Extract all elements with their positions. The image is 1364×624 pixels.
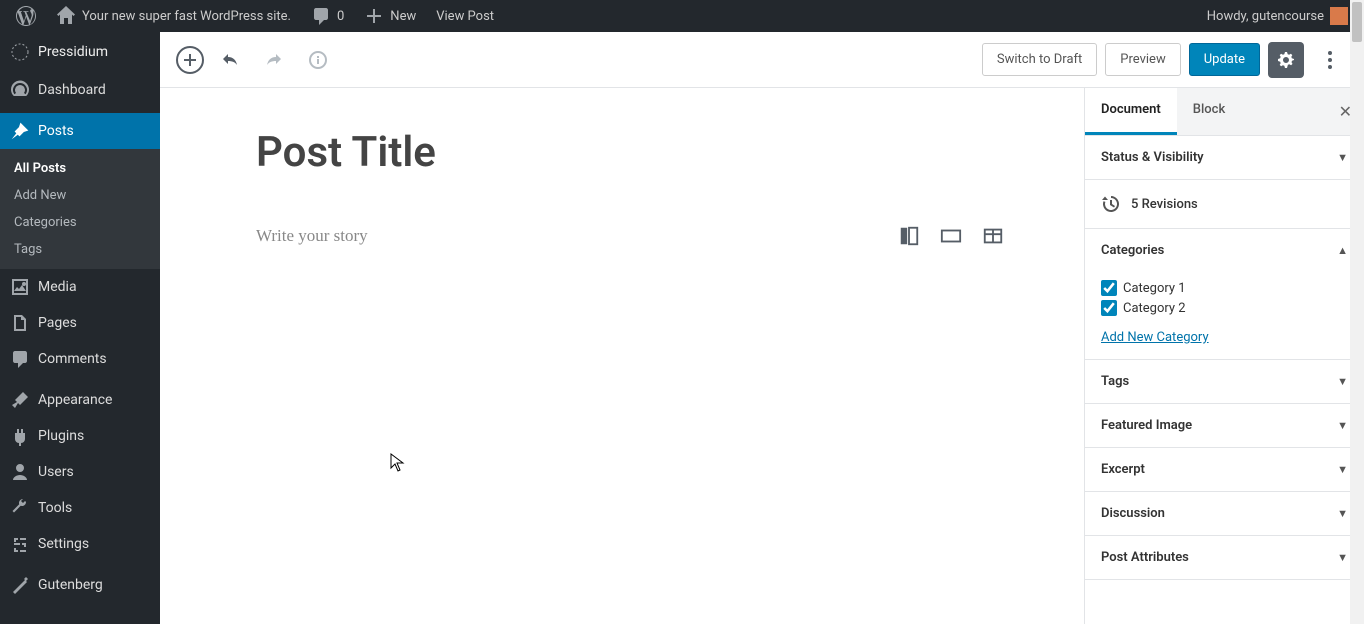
switch-to-draft-button[interactable]: Switch to Draft [982, 43, 1097, 76]
section-post-attributes[interactable]: Post Attributes▼ [1085, 536, 1364, 580]
plus-icon [364, 6, 384, 26]
cursor-icon [390, 453, 406, 473]
section-excerpt[interactable]: Excerpt▼ [1085, 448, 1364, 492]
inserter-table-icon[interactable] [982, 225, 1004, 247]
chevron-down-icon: ▼ [1337, 375, 1348, 388]
submenu-tags[interactable]: Tags [0, 236, 160, 263]
comments-count: 0 [337, 9, 344, 24]
submenu-all-posts[interactable]: All Posts [0, 155, 160, 182]
preview-button[interactable]: Preview [1105, 43, 1180, 76]
more-menu-button[interactable] [1312, 42, 1348, 78]
sidebar-item-posts[interactable]: Posts [0, 113, 160, 149]
section-tags[interactable]: Tags▼ [1085, 360, 1364, 404]
tab-block[interactable]: Block [1177, 88, 1241, 135]
chevron-down-icon: ▼ [1337, 151, 1348, 164]
sidebar-item-pages[interactable]: Pages [0, 305, 160, 341]
revisions-link[interactable]: 5 Revisions [1085, 180, 1364, 229]
settings-toggle-button[interactable] [1268, 42, 1304, 78]
undo-button[interactable] [212, 42, 248, 78]
sidebar-item-media[interactable]: Media [0, 269, 160, 305]
comment-icon [311, 6, 331, 26]
plugin-icon [10, 426, 30, 446]
comments-link[interactable]: 0 [303, 0, 352, 32]
chevron-down-icon: ▼ [1337, 419, 1348, 432]
submenu-add-new[interactable]: Add New [0, 182, 160, 209]
add-block-button[interactable] [176, 46, 204, 74]
scrollbar-thumb[interactable] [1352, 2, 1362, 42]
post-title[interactable]: Post Title [256, 128, 1084, 177]
new-label: New [390, 9, 416, 24]
avatar [1330, 7, 1348, 25]
sidebar-item-appearance[interactable]: Appearance [0, 382, 160, 418]
sidebar-item-tools[interactable]: Tools [0, 490, 160, 526]
home-icon [56, 6, 76, 26]
block-placeholder[interactable]: Write your story [240, 226, 898, 246]
new-link[interactable]: New [356, 0, 424, 32]
media-icon [10, 277, 30, 297]
inserter-image-icon[interactable] [940, 225, 962, 247]
category-checkbox-2[interactable]: Category 2 [1101, 300, 1348, 316]
panel-tabs: Document Block ✕ [1085, 88, 1364, 136]
wp-logo[interactable] [8, 0, 44, 32]
sidebar-item-comments[interactable]: Comments [0, 341, 160, 377]
admin-bar: Your new super fast WordPress site. 0 Ne… [0, 0, 1364, 32]
category-checkbox-1[interactable]: Category 1 [1101, 280, 1348, 296]
redo-button[interactable] [256, 42, 292, 78]
settings-panel: Document Block ✕ Status & Visibility▼ 5 … [1084, 88, 1364, 624]
section-discussion[interactable]: Discussion▼ [1085, 492, 1364, 536]
sidebar-item-dashboard[interactable]: Dashboard [0, 72, 160, 108]
posts-submenu: All Posts Add New Categories Tags [0, 149, 160, 269]
view-post-link[interactable]: View Post [428, 0, 502, 32]
site-name: Your new super fast WordPress site. [82, 9, 291, 24]
section-featured-image[interactable]: Featured Image▼ [1085, 404, 1364, 448]
gutenberg-icon [10, 575, 30, 595]
info-button[interactable] [300, 42, 336, 78]
users-icon [10, 462, 30, 482]
editor: Switch to Draft Preview Update Post Titl… [160, 32, 1364, 624]
howdy-link[interactable]: Howdy, gutencourse [1199, 0, 1356, 32]
tools-icon [10, 498, 30, 518]
admin-sidebar: Pressidium Dashboard Posts All Posts Add… [0, 32, 160, 624]
scrollbar[interactable] [1350, 0, 1364, 624]
sidebar-item-settings[interactable]: Settings [0, 526, 160, 562]
dashboard-icon [10, 80, 30, 100]
host-brand[interactable]: Pressidium [0, 32, 160, 72]
inserter-layout-icon[interactable] [898, 225, 920, 247]
brush-icon [10, 390, 30, 410]
chevron-down-icon: ▼ [1337, 463, 1348, 476]
howdy-text: Howdy, gutencourse [1207, 9, 1324, 24]
sidebar-item-gutenberg[interactable]: Gutenberg [0, 567, 160, 603]
editor-canvas[interactable]: Post Title Write your story [160, 88, 1084, 624]
section-categories: Categories▲ Category 1 Category 2 Add Ne… [1085, 229, 1364, 360]
gear-icon [1276, 50, 1296, 70]
editor-toolbar: Switch to Draft Preview Update [160, 32, 1364, 88]
kebab-icon [1328, 51, 1332, 69]
tab-document[interactable]: Document [1085, 88, 1177, 135]
add-category-link[interactable]: Add New Category [1101, 330, 1209, 345]
chevron-up-icon: ▲ [1337, 244, 1348, 257]
pages-icon [10, 313, 30, 333]
sidebar-item-users[interactable]: Users [0, 454, 160, 490]
chevron-down-icon: ▼ [1337, 551, 1348, 564]
site-link[interactable]: Your new super fast WordPress site. [48, 0, 299, 32]
submenu-categories[interactable]: Categories [0, 209, 160, 236]
update-button[interactable]: Update [1189, 43, 1260, 76]
host-icon [10, 42, 30, 62]
settings-icon [10, 534, 30, 554]
history-icon [1101, 194, 1121, 214]
section-status[interactable]: Status & Visibility▼ [1085, 136, 1364, 180]
comments-icon [10, 349, 30, 369]
pin-icon [10, 121, 30, 141]
chevron-down-icon: ▼ [1337, 507, 1348, 520]
sidebar-item-plugins[interactable]: Plugins [0, 418, 160, 454]
